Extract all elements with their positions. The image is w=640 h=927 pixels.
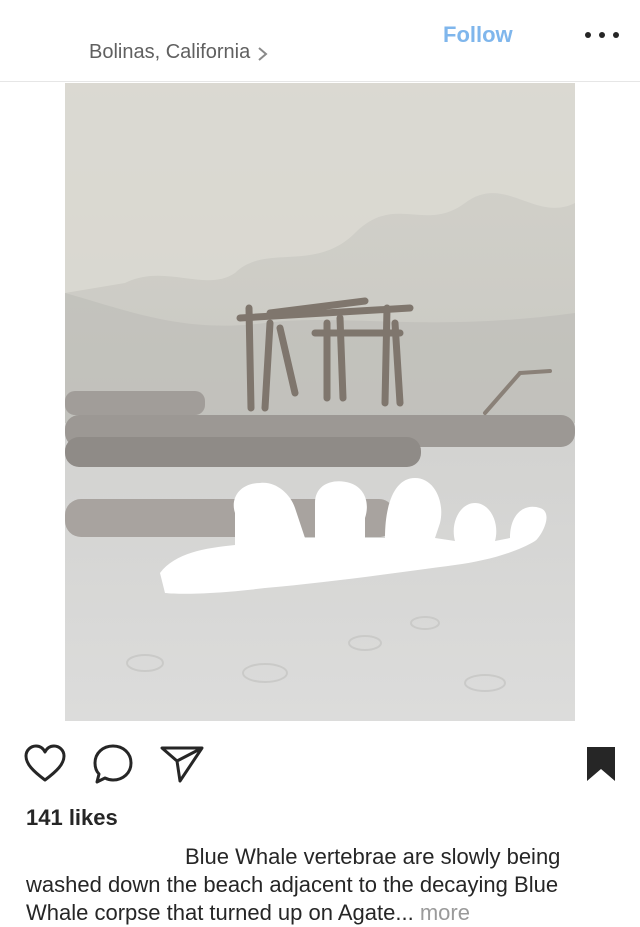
post-header: Bolinas, California Follow [0, 0, 640, 82]
more-link[interactable]: more [420, 900, 470, 925]
likes-count[interactable]: 141 likes [26, 805, 118, 831]
post-caption: Blue Whale vertebrae are slowly being wa… [26, 843, 616, 927]
location-link[interactable]: Bolinas, California [89, 41, 270, 64]
caption-text: Blue Whale vertebrae are slowly being wa… [26, 844, 561, 925]
follow-button[interactable]: Follow [443, 22, 513, 48]
heart-icon[interactable] [23, 743, 67, 783]
chevron-right-icon [256, 45, 270, 61]
avatar[interactable] [24, 14, 72, 62]
paper-plane-icon[interactable] [160, 744, 204, 784]
bookmark-icon[interactable] [585, 745, 617, 783]
location-label: Bolinas, California [89, 41, 251, 63]
post-photo[interactable] [65, 83, 575, 721]
ellipsis-icon[interactable] [585, 24, 619, 46]
comment-bubble-icon[interactable] [91, 743, 135, 785]
